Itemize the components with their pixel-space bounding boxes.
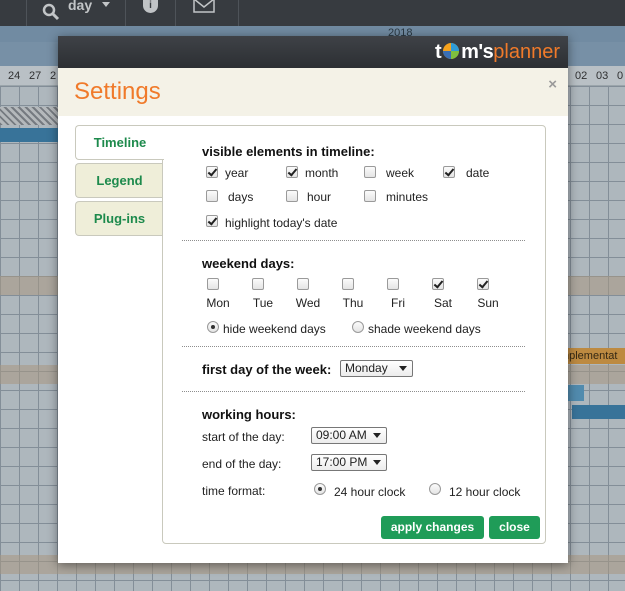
tab-timeline[interactable]: Timeline <box>75 125 164 160</box>
section-divider <box>182 346 525 347</box>
minutes-checkbox[interactable] <box>364 190 376 202</box>
24-hour-clock-label: 24 hour clock <box>334 485 406 499</box>
24-hour-clock-radio[interactable] <box>314 483 326 495</box>
days-checkbox-label: days <box>228 190 254 204</box>
weekend-thu-checkbox[interactable] <box>342 278 354 290</box>
visible-elements-title: visible elements in timeline: <box>202 144 375 159</box>
highlight-today-label: highlight today's date <box>225 216 338 230</box>
date-checkbox[interactable] <box>443 166 455 178</box>
start-of-day-select[interactable]: 09:00 AM <box>311 427 387 444</box>
weekday-label-sat: Sat <box>433 296 452 310</box>
section-divider <box>182 240 525 241</box>
close-icon[interactable]: × <box>548 76 557 93</box>
end-of-day-select[interactable]: 17:00 PM <box>311 454 387 471</box>
working-hours-title: working hours: <box>202 407 296 422</box>
start-of-day-label: start of the day: <box>202 430 285 444</box>
shade-weekend-radio[interactable] <box>352 321 364 333</box>
first-day-label: first day of the week: <box>202 362 332 377</box>
weekend-wed-checkbox[interactable] <box>297 278 309 290</box>
weekend-sat-checkbox[interactable] <box>432 278 444 290</box>
weekend-tue-checkbox[interactable] <box>252 278 264 290</box>
week-checkbox[interactable] <box>364 166 376 178</box>
settings-dialog: t m'splanner Settings × Timeline Legend … <box>58 36 568 563</box>
month-checkbox-label: month <box>305 166 339 180</box>
weekday-label-wed: Wed <box>295 296 321 310</box>
apply-changes-button[interactable]: apply changes <box>381 516 484 539</box>
hide-weekend-radio[interactable] <box>207 321 219 333</box>
toms-planner-logo: t m'splanner <box>434 41 560 63</box>
dialog-topbar: t m'splanner <box>58 36 568 68</box>
hour-checkbox-label: hour <box>307 190 332 204</box>
12-hour-clock-label: 12 hour clock <box>449 485 521 499</box>
weekday-label-tue: Tue <box>252 296 274 310</box>
tab-legend[interactable]: Legend <box>75 163 163 198</box>
end-of-day-value: 17:00 PM <box>316 455 368 469</box>
days-checkbox[interactable] <box>206 190 218 202</box>
week-checkbox-label: week <box>386 166 415 180</box>
globe-icon <box>443 43 460 60</box>
month-checkbox[interactable] <box>286 166 298 178</box>
weekday-label-fri: Fri <box>391 296 405 310</box>
hour-checkbox[interactable] <box>286 190 298 202</box>
first-day-value: Monday <box>345 361 388 375</box>
section-divider <box>182 391 525 392</box>
date-checkbox-label: date <box>466 166 490 180</box>
weekday-label-mon: Mon <box>206 296 230 310</box>
time-format-label: time format: <box>202 484 266 498</box>
close-button[interactable]: close <box>489 516 540 539</box>
end-of-day-label: end of the day: <box>202 457 282 471</box>
hide-weekend-label: hide weekend days <box>223 322 326 336</box>
minutes-checkbox-label: minutes <box>386 190 429 204</box>
12-hour-clock-radio[interactable] <box>429 483 441 495</box>
year-checkbox-label: year <box>225 166 249 180</box>
start-of-day-value: 09:00 AM <box>316 428 367 442</box>
chevron-down-icon <box>373 460 381 465</box>
tab-plugins[interactable]: Plug-ins <box>75 201 163 236</box>
weekend-mon-checkbox[interactable] <box>207 278 219 290</box>
highlight-today-checkbox[interactable] <box>206 215 218 227</box>
chevron-down-icon <box>373 433 381 438</box>
first-day-select[interactable]: Monday <box>340 360 413 377</box>
weekday-label-thu: Thu <box>342 296 364 310</box>
chevron-down-icon <box>399 366 407 371</box>
weekend-fri-checkbox[interactable] <box>387 278 399 290</box>
settings-panel <box>162 125 546 544</box>
weekday-label-sun: Sun <box>477 296 499 310</box>
weekend-sun-checkbox[interactable] <box>477 278 489 290</box>
shade-weekend-label: shade weekend days <box>368 322 481 336</box>
year-checkbox[interactable] <box>206 166 218 178</box>
weekend-days-title: weekend days: <box>202 256 295 271</box>
dialog-title: Settings <box>74 78 161 105</box>
